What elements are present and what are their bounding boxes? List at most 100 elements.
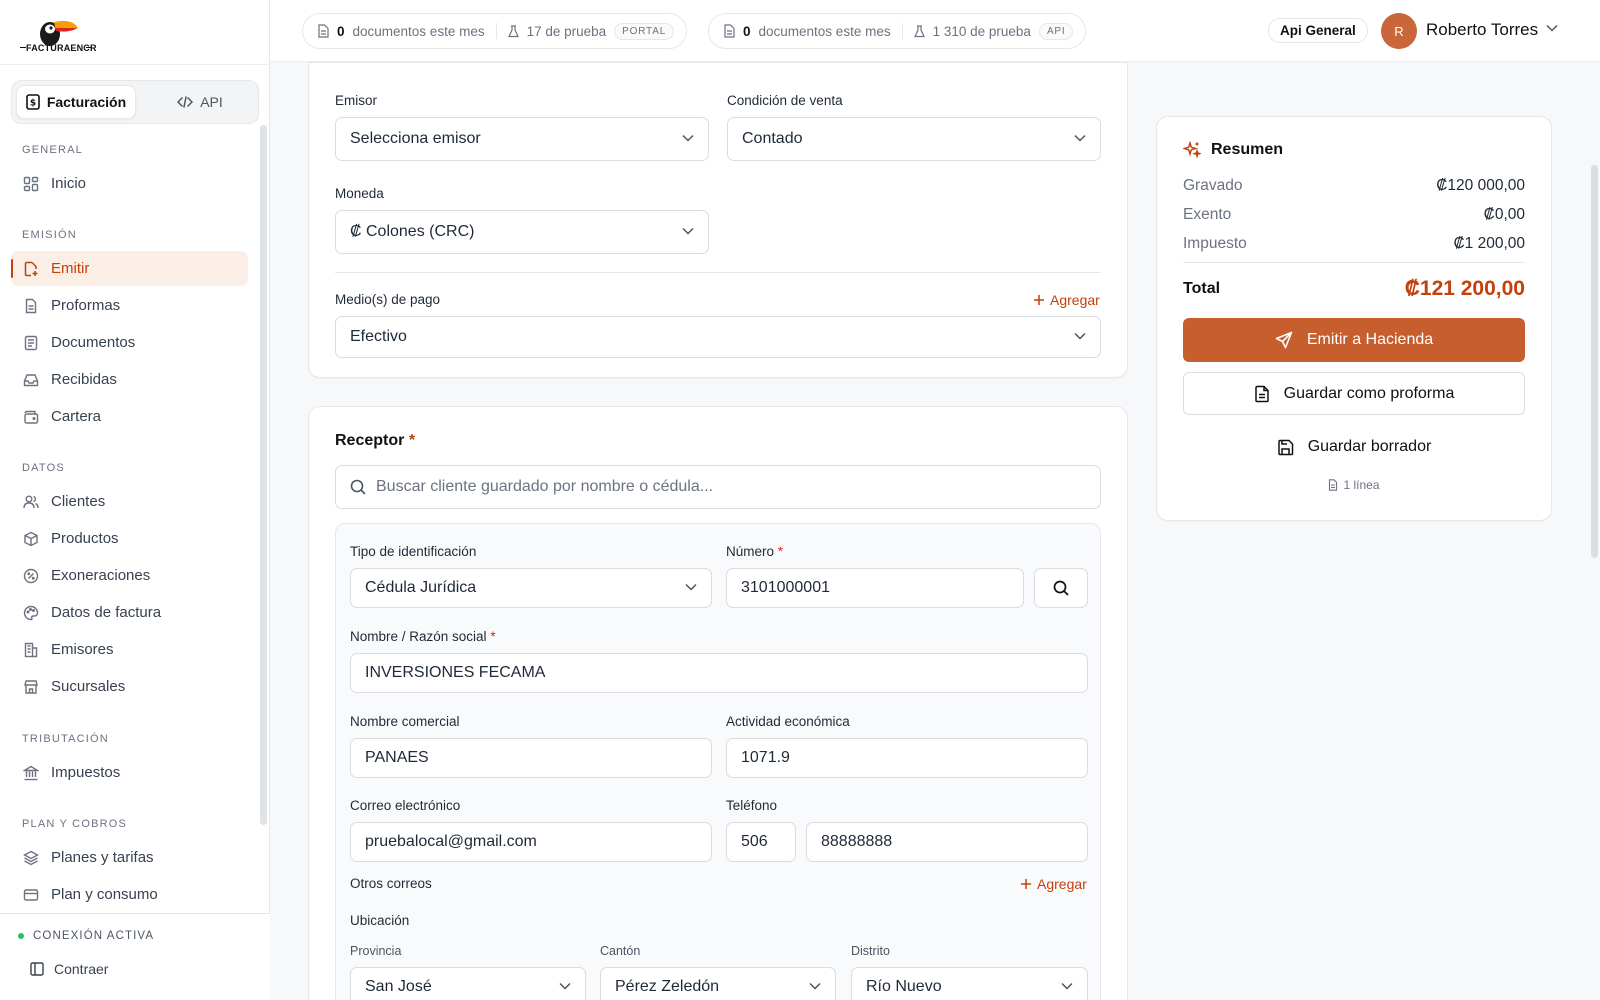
emisor-label: Emisor (335, 93, 378, 108)
sidebar-item-label: Exoneraciones (51, 567, 151, 584)
landmark-icon (23, 765, 39, 781)
sidebar-item-label: Cartera (51, 408, 102, 425)
distrito-label: Distrito (851, 944, 890, 958)
sidebar-item-label: Sucursales (51, 678, 126, 695)
sidebar-item-datos-factura[interactable]: Datos de factura (11, 595, 248, 630)
panel-left-icon (30, 962, 44, 976)
document-icon (723, 24, 735, 38)
moneda-select[interactable]: ₡ Colones (CRC) (335, 210, 709, 254)
api-key-badge[interactable]: Api General (1268, 18, 1368, 43)
condicion-value: Contado (742, 130, 803, 147)
sidebar-item-productos[interactable]: Productos (11, 521, 248, 556)
search-icon (350, 479, 366, 495)
tipo-id-select[interactable]: Cédula Jurídica (350, 568, 712, 608)
sidebar: FACTURAENCR $ Facturación API GENERAL In… (0, 0, 270, 1000)
condicion-select[interactable]: Contado (727, 117, 1101, 161)
summary-total: Total ₡121 200,00 (1183, 277, 1525, 301)
sidebar-item-documentos[interactable]: Documentos (11, 325, 248, 360)
sidebar-item-exoneraciones[interactable]: Exoneraciones (11, 558, 248, 593)
lookup-id-button[interactable] (1034, 568, 1088, 608)
emit-button[interactable]: Emitir a Hacienda (1183, 318, 1525, 362)
add-email-button[interactable]: Agregar (1020, 876, 1087, 892)
telefono-code-input[interactable]: 506 (726, 822, 796, 862)
usage-api[interactable]: 0 documentos este mes 1 310 de prueba AP… (708, 13, 1087, 49)
user-name[interactable]: Roberto Torres (1426, 20, 1538, 40)
sidebar-item-label: Emitir (51, 260, 90, 277)
numero-input[interactable]: 3101000001 (726, 568, 1024, 608)
plus-icon (1020, 878, 1032, 890)
add-label: Agregar (1037, 876, 1087, 892)
section-general: GENERAL (22, 144, 83, 156)
tab-facturacion-label: Facturación (46, 94, 127, 110)
chevron-down-icon (1061, 982, 1073, 990)
chevron-down-icon (682, 134, 694, 142)
separator (495, 23, 497, 39)
telefono-number-input[interactable]: 88888888 (806, 822, 1088, 862)
moneda-label: Moneda (335, 186, 384, 201)
line-count: 1 línea (1157, 478, 1551, 492)
plus-icon (1033, 294, 1045, 306)
save-draft-button[interactable]: Guardar borrador (1183, 427, 1525, 467)
mode-switch: $ Facturación API (11, 80, 259, 124)
sidebar-item-label: Plan y consumo (51, 886, 158, 903)
receptor-title-text: Receptor (335, 432, 405, 449)
correo-input[interactable]: pruebalocal@gmail.com (350, 822, 712, 862)
receptor-form-panel: Tipo de identificación Cédula Jurídica N… (335, 523, 1101, 1000)
users-icon (23, 494, 39, 510)
file-text-icon (23, 298, 39, 314)
numero-label-text: Número (726, 544, 775, 559)
tipo-id-label: Tipo de identificación (350, 544, 477, 559)
sidebar-item-label: Documentos (51, 334, 136, 351)
api-test-count: 1 310 de prueba (932, 23, 1031, 39)
tab-facturacion[interactable]: $ Facturación (16, 85, 136, 119)
logo-rule-right (86, 47, 92, 48)
usage-portal[interactable]: 0 documentos este mes 17 de prueba PORTA… (302, 13, 688, 49)
client-search-input[interactable]: Buscar cliente guardado por nombre o céd… (335, 465, 1101, 509)
sidebar-item-label: Planes y tarifas (51, 849, 154, 866)
portal-doc-text: documentos este mes (352, 23, 485, 39)
collapse-label: Contraer (54, 961, 109, 977)
emit-button-label: Emitir a Hacienda (1306, 331, 1434, 348)
flask-icon (913, 24, 925, 38)
provincia-select[interactable]: San José (350, 967, 586, 1000)
sidebar-item-sucursales[interactable]: Sucursales (11, 669, 248, 704)
page-scrollbar[interactable] (1591, 165, 1598, 558)
sidebar-item-clientes[interactable]: Clientes (11, 484, 248, 519)
distrito-select[interactable]: Río Nuevo (851, 967, 1088, 1000)
comercial-input[interactable]: PANAES (350, 738, 712, 778)
required-mark: * (777, 544, 784, 559)
sidebar-item-consumo[interactable]: Plan y consumo (11, 877, 248, 912)
nombre-input[interactable]: INVERSIONES FECAMA (350, 653, 1088, 693)
emisor-select[interactable]: Selecciona emisor (335, 117, 709, 161)
avatar[interactable]: R (1381, 13, 1417, 49)
collapse-sidebar-button[interactable]: Contraer (30, 961, 108, 977)
sidebar-item-planes[interactable]: Planes y tarifas (11, 840, 248, 875)
sidebar-scrollbar[interactable] (260, 125, 267, 825)
medio-pago-select[interactable]: Efectivo (335, 316, 1101, 358)
sidebar-item-inicio[interactable]: Inicio (11, 166, 248, 201)
actividad-input[interactable]: 1071.9 (726, 738, 1088, 778)
summary-row-label: Impuesto (1183, 235, 1247, 252)
sidebar-item-cartera[interactable]: Cartera (11, 399, 248, 434)
sidebar-item-emitir[interactable]: Emitir (11, 251, 248, 286)
save-proforma-button[interactable]: Guardar como proforma (1183, 372, 1525, 415)
medio-pago-value: Efectivo (350, 328, 407, 345)
api-tag: API (1038, 22, 1074, 40)
sidebar-item-proformas[interactable]: Proformas (11, 288, 248, 323)
tipo-id-value: Cédula Jurídica (365, 579, 477, 596)
add-payment-method-button[interactable]: Agregar (1033, 292, 1100, 308)
canton-select[interactable]: Pérez Zeledón (600, 967, 836, 1000)
chevron-down-icon[interactable] (1546, 24, 1558, 32)
sidebar-item-recibidas[interactable]: Recibidas (11, 362, 248, 397)
summary-card: Resumen Gravado ₡120 000,00 Exento ₡0,00… (1156, 116, 1552, 521)
portal-tag: PORTAL (614, 22, 675, 40)
medio-pago-label: Medio(s) de pago (335, 292, 441, 307)
package-icon (23, 531, 39, 547)
send-icon (1275, 331, 1293, 349)
sidebar-item-emisores[interactable]: Emisores (11, 632, 248, 667)
total-value: ₡121 200,00 (1404, 277, 1525, 300)
emisor-value: Selecciona emisor (350, 130, 481, 147)
tab-api[interactable]: API (140, 85, 260, 119)
nombre-label-text: Nombre / Razón social (350, 629, 487, 644)
sidebar-item-impuestos[interactable]: Impuestos (11, 755, 248, 790)
